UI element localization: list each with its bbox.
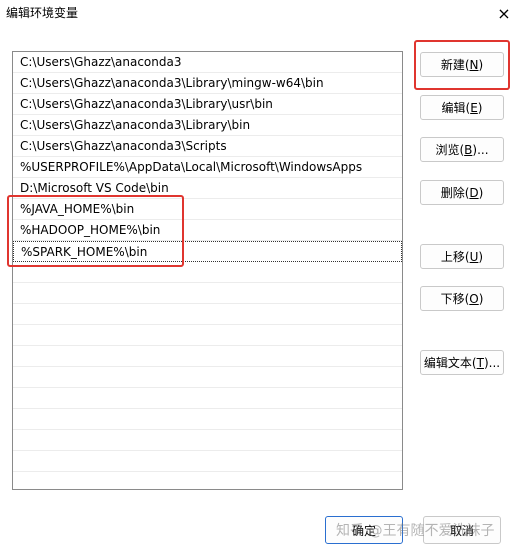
list-item[interactable]: C:\Users\Ghazz\anaconda3\Library\usr\bin [13, 94, 402, 115]
edit-button[interactable]: 编辑(E) [420, 95, 504, 120]
list-item[interactable]: C:\Users\Ghazz\anaconda3\Library\mingw-w… [13, 73, 402, 94]
list-item [13, 367, 402, 388]
list-item[interactable]: C:\Users\Ghazz\anaconda3\Library\bin [13, 115, 402, 136]
window-title: 编辑环境变量 [6, 6, 79, 20]
list-item [13, 430, 402, 451]
move-down-button[interactable]: 下移(O) [420, 286, 504, 311]
list-item[interactable]: C:\Users\Ghazz\anaconda3 [13, 52, 402, 73]
move-up-button[interactable]: 上移(U) [420, 244, 504, 269]
browse-button[interactable]: 浏览(B)... [420, 137, 504, 162]
list-item [13, 388, 402, 409]
list-item[interactable]: C:\Users\Ghazz\anaconda3\Scripts [13, 136, 402, 157]
list-item [13, 283, 402, 304]
list-item [13, 325, 402, 346]
list-item [13, 304, 402, 325]
list-item [13, 451, 402, 472]
path-list[interactable]: C:\Users\Ghazz\anaconda3 C:\Users\Ghazz\a… [12, 51, 403, 490]
list-item [13, 409, 402, 430]
edit-text-button[interactable]: 编辑文本(T)... [420, 350, 504, 375]
close-icon[interactable]: × [492, 2, 516, 24]
highlight-box-new-paths [7, 195, 184, 267]
delete-button[interactable]: 删除(D) [420, 180, 504, 205]
highlight-box-new [414, 40, 510, 90]
watermark: 知乎 @王有随不爱洗袜子 [336, 523, 495, 539]
list-item [13, 472, 402, 489]
list-item[interactable]: %USERPROFILE%\AppData\Local\Microsoft\Wi… [13, 157, 402, 178]
list-item [13, 346, 402, 367]
